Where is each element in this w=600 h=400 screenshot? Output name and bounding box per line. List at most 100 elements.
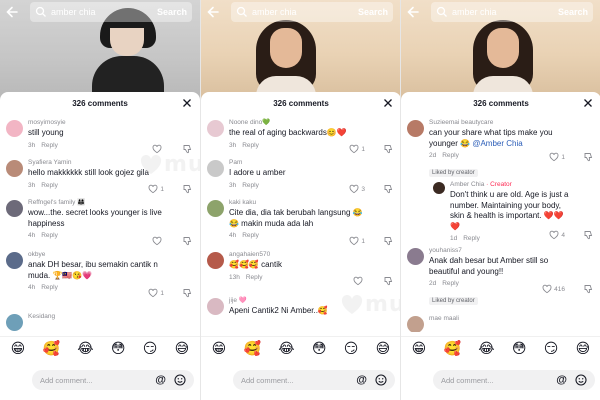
comment-username[interactable]: Noone dino💚 xyxy=(229,118,371,127)
avatar[interactable] xyxy=(207,252,224,269)
emoji-sweat-smile[interactable]: 😅 xyxy=(175,341,190,357)
emoji-flushed[interactable]: 😳 xyxy=(512,341,527,357)
emoji-joy[interactable]: 😂 xyxy=(77,341,93,357)
reply-button[interactable]: Reply xyxy=(41,232,58,239)
like-button[interactable]: 4 xyxy=(549,230,565,240)
emoji-grin[interactable]: 😁 xyxy=(11,341,26,357)
search-button[interactable]: Search xyxy=(558,7,588,17)
emoji-hearts[interactable]: 🥰 xyxy=(444,341,461,357)
close-icon[interactable] xyxy=(583,98,593,108)
avatar[interactable] xyxy=(6,120,23,137)
reply-button[interactable]: Reply xyxy=(246,274,263,281)
dislike-icon[interactable] xyxy=(583,284,593,294)
avatar[interactable] xyxy=(407,316,424,332)
like-button[interactable]: 1 xyxy=(349,144,365,154)
comment-username[interactable]: Suzieemai beautycare xyxy=(429,118,571,127)
avatar[interactable] xyxy=(407,120,424,137)
like-button[interactable]: 416 xyxy=(542,284,565,294)
emoji-sweat-smile[interactable]: 😅 xyxy=(376,341,391,357)
like-button[interactable]: 1 xyxy=(148,288,164,298)
emoji-smirk[interactable]: 😏 xyxy=(143,341,158,357)
comment-username[interactable]: mosyimosyie xyxy=(28,118,170,127)
emoji-sweat-smile[interactable]: 😅 xyxy=(576,341,591,357)
reply-button[interactable]: Reply xyxy=(463,235,480,242)
reply-button[interactable]: Reply xyxy=(242,232,259,239)
emoji-grin[interactable]: 😁 xyxy=(412,341,427,357)
search-bar[interactable]: Search xyxy=(431,2,593,22)
comment-username[interactable]: Reffngel's family 👨‍👩‍👧 xyxy=(28,198,170,207)
comment-field[interactable]: @ xyxy=(233,370,395,390)
comment-username[interactable]: Syafiera Yamin xyxy=(28,158,170,167)
avatar[interactable] xyxy=(207,298,224,315)
comment-username[interactable]: okbye xyxy=(28,250,170,259)
mention-button[interactable]: @ xyxy=(556,374,567,386)
like-button[interactable] xyxy=(152,144,164,154)
comment-input[interactable] xyxy=(241,375,333,385)
reply-button[interactable]: Reply xyxy=(242,182,259,189)
avatar[interactable] xyxy=(407,248,424,265)
mention-button[interactable]: @ xyxy=(356,374,367,386)
emoji-smirk[interactable]: 😏 xyxy=(344,341,359,357)
emoji-smirk[interactable]: 😏 xyxy=(544,341,559,357)
avatar[interactable] xyxy=(207,120,224,137)
avatar[interactable] xyxy=(207,200,224,217)
like-button[interactable] xyxy=(152,236,164,246)
comment-username[interactable]: kaki kaku xyxy=(229,198,371,207)
dislike-icon[interactable] xyxy=(182,288,192,298)
search-button[interactable]: Search xyxy=(358,7,388,17)
search-input[interactable] xyxy=(51,7,139,17)
like-button[interactable]: 3 xyxy=(349,184,365,194)
comment-username[interactable]: Pam xyxy=(229,158,371,167)
mention-button[interactable]: @ xyxy=(155,374,166,386)
search-bar[interactable]: Search xyxy=(30,2,192,22)
comment-username[interactable]: Amber Chia · Creator xyxy=(450,180,571,189)
emoji-hearts[interactable]: 🥰 xyxy=(244,341,261,357)
emoji-joy[interactable]: 😂 xyxy=(278,341,294,357)
dislike-icon[interactable] xyxy=(583,152,593,162)
emoji-picker-icon[interactable] xyxy=(174,374,186,386)
emoji-picker-icon[interactable] xyxy=(375,374,387,386)
back-arrow-icon[interactable] xyxy=(201,0,225,24)
search-input[interactable] xyxy=(252,7,340,17)
like-button[interactable] xyxy=(353,276,365,286)
reply-button[interactable]: Reply xyxy=(442,152,459,159)
avatar[interactable] xyxy=(6,160,23,177)
comment-username[interactable]: jije 🩷 xyxy=(229,296,371,305)
comment-input[interactable] xyxy=(441,375,533,385)
back-arrow-icon[interactable] xyxy=(0,0,24,24)
avatar[interactable] xyxy=(6,200,23,217)
comment-field[interactable]: @ xyxy=(433,370,595,390)
emoji-hearts[interactable]: 🥰 xyxy=(43,341,60,357)
emoji-picker-icon[interactable] xyxy=(575,374,587,386)
comment-username[interactable]: angahaien570 xyxy=(229,250,371,259)
emoji-flushed[interactable]: 😳 xyxy=(312,341,327,357)
back-arrow-icon[interactable] xyxy=(401,0,425,24)
dislike-icon[interactable] xyxy=(182,236,192,246)
emoji-joy[interactable]: 😂 xyxy=(478,341,494,357)
dislike-icon[interactable] xyxy=(182,184,192,194)
mention-link[interactable]: @Amber Chia xyxy=(472,139,522,148)
avatar[interactable] xyxy=(6,252,23,269)
close-icon[interactable] xyxy=(182,98,192,108)
like-button[interactable]: 1 xyxy=(549,152,565,162)
search-input[interactable] xyxy=(452,7,540,17)
dislike-icon[interactable] xyxy=(182,144,192,154)
search-button[interactable]: Search xyxy=(157,7,187,17)
comment-input[interactable] xyxy=(40,375,132,385)
search-bar[interactable]: Search xyxy=(231,2,393,22)
dislike-icon[interactable] xyxy=(383,236,393,246)
dislike-icon[interactable] xyxy=(383,184,393,194)
reply-button[interactable]: Reply xyxy=(41,142,58,149)
avatar[interactable] xyxy=(433,182,445,194)
reply-button[interactable]: Reply xyxy=(242,142,259,149)
dislike-icon[interactable] xyxy=(383,276,393,286)
dislike-icon[interactable] xyxy=(583,230,593,240)
like-button[interactable]: 1 xyxy=(349,236,365,246)
comment-username[interactable]: mae maali xyxy=(429,314,571,323)
comment-username[interactable]: Kesidang xyxy=(28,312,170,321)
dislike-icon[interactable] xyxy=(383,144,393,154)
comment-username[interactable]: youhaniss7 xyxy=(429,246,571,255)
emoji-flushed[interactable]: 😳 xyxy=(111,341,126,357)
close-icon[interactable] xyxy=(383,98,393,108)
emoji-grin[interactable]: 😁 xyxy=(212,341,227,357)
